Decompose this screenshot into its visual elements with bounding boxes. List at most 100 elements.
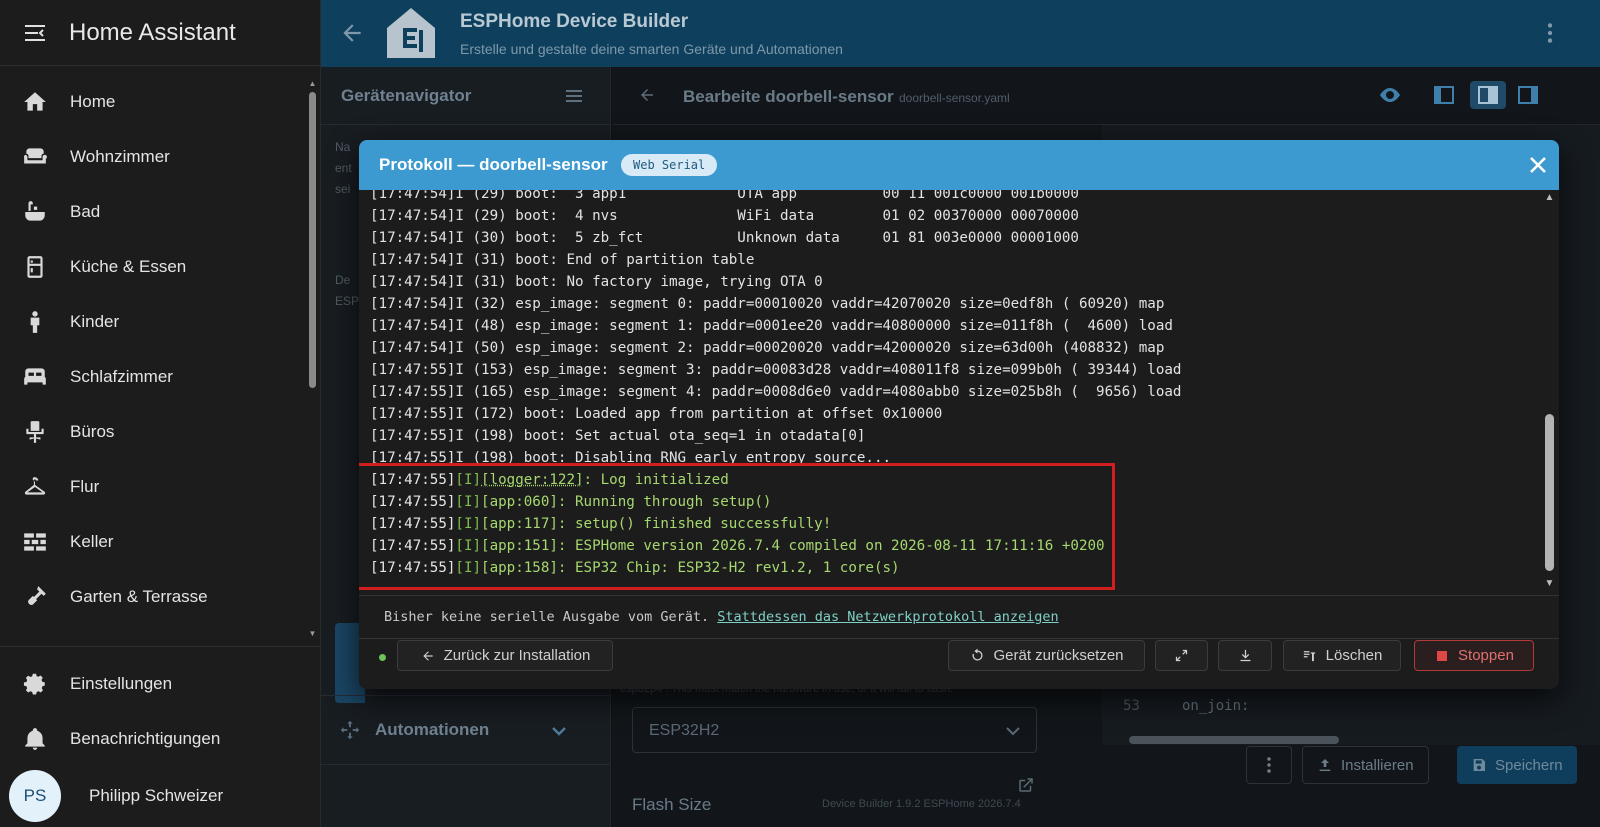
shovel-icon <box>21 583 49 611</box>
fragment: ent <box>335 161 352 175</box>
log-line-highlighted: [17:47:55][I][logger:122]: Log initializ… <box>370 472 729 488</box>
wall-icon <box>21 528 49 556</box>
install-button[interactable]: Installieren <box>1302 746 1429 784</box>
automation-icon <box>339 719 361 741</box>
scroll-down-icon[interactable]: ▼ <box>1544 579 1555 589</box>
layout-split-button[interactable] <box>1470 81 1506 109</box>
automations-section[interactable]: Automationen <box>321 695 611 765</box>
save-button[interactable]: Speichern <box>1457 746 1577 784</box>
layout-left-button[interactable] <box>1429 81 1459 109</box>
serial-status: Bisher keine serielle Ausgabe vom Gerät.… <box>384 609 1059 625</box>
sidebar-nav: Home Wohnzimmer Bad Küche & Essen Kinder… <box>0 74 312 624</box>
navigator-title: Gerätenavigator <box>341 85 472 105</box>
sidebar-item-label: Bad <box>70 201 101 221</box>
dialog-actions: Zurück zur Installation Gerät zurücksetz… <box>359 639 1559 689</box>
code-hscrollbar[interactable] <box>1119 735 1523 745</box>
scroll-up-icon[interactable]: ▲ <box>308 80 317 88</box>
sidebar-scrollbar[interactable]: ▲ ▼ <box>308 80 317 640</box>
save-label: Speichern <box>1495 756 1563 774</box>
sidebar-item-label: Garten & Terrasse <box>70 586 208 606</box>
preview-button[interactable] <box>1375 81 1405 109</box>
sidebar-item-benachrichtigungen[interactable]: Benachrichtigungen <box>0 711 320 766</box>
more-menu-button[interactable] <box>1537 20 1563 46</box>
sidebar-item-home[interactable]: Home <box>0 74 312 129</box>
arrow-left-icon <box>641 89 653 101</box>
sidebar-menu-button[interactable] <box>20 18 50 48</box>
open-external-icon[interactable] <box>1017 776 1035 794</box>
user-profile[interactable]: PS Philipp Schweizer <box>9 770 223 822</box>
esphome-logo-icon <box>385 6 437 60</box>
sidebar-item-garten[interactable]: Garten & Terrasse <box>0 569 312 624</box>
log-line: [17:47:55]I (198) boot: Disabling RNG ea… <box>370 450 892 466</box>
sidebar-item-kueche[interactable]: Küche & Essen <box>0 239 312 294</box>
sidebar-item-label: Keller <box>70 531 114 551</box>
sidebar-item-label: Kinder <box>70 311 120 331</box>
back-button[interactable] <box>339 20 365 46</box>
log-dialog: Protokoll — doorbell-sensor Web Serial [… <box>359 140 1559 689</box>
log-line: [17:47:54]I (31) boot: End of partition … <box>370 252 755 268</box>
ha-sidebar: Home Assistant Home Wohnzimmer Bad Küche… <box>0 0 321 827</box>
app-topbar: ESPHome Device Builder Erstelle und gest… <box>321 0 1600 67</box>
navigator-menu-icon[interactable] <box>564 86 584 106</box>
more-options-button[interactable] <box>1246 746 1292 784</box>
restart-icon <box>969 648 985 664</box>
log-line: [17:47:54]I (32) esp_image: segment 0: p… <box>370 296 1165 312</box>
scroll-up-icon[interactable]: ▲ <box>1544 193 1555 203</box>
log-line: [17:47:54]I (50) esp_image: segment 2: p… <box>370 340 1165 356</box>
sidebar-item-keller[interactable]: Keller <box>0 514 312 569</box>
web-serial-badge: Web Serial <box>621 154 718 176</box>
stop-button[interactable]: Stoppen <box>1414 640 1534 671</box>
code-hscroll-thumb[interactable] <box>1129 736 1339 744</box>
back-to-install-button[interactable]: Zurück zur Installation <box>397 640 613 671</box>
sidebar-scroll-thumb[interactable] <box>309 92 316 388</box>
stop-icon <box>1434 648 1450 664</box>
connection-status-dot <box>379 654 386 661</box>
chip-select-value: ESP32H2 <box>649 722 720 739</box>
fullscreen-button[interactable] <box>1155 640 1208 671</box>
scroll-down-icon[interactable]: ▼ <box>308 630 317 638</box>
sidebar-item-label: Küche & Essen <box>70 256 187 276</box>
install-button-wrap: Installieren <box>1302 746 1429 784</box>
arrow-left-icon <box>343 24 361 42</box>
log-line: [17:47:55]I (172) boot: Loaded app from … <box>370 406 943 422</box>
sidebar-item-flur[interactable]: Flur <box>0 459 312 514</box>
fullscreen-icon <box>1174 648 1190 664</box>
dots-vertical-icon <box>1547 23 1553 43</box>
log-line: [17:47:54]I (31) boot: No factory image,… <box>370 274 823 290</box>
clear-button[interactable]: Löschen <box>1283 640 1401 671</box>
sidebar-item-wohnzimmer[interactable]: Wohnzimmer <box>0 129 312 184</box>
network-log-link[interactable]: Stattdessen das Netzwerkprotokoll anzeig… <box>717 609 1058 625</box>
menu-collapse-icon <box>25 24 45 41</box>
app-title: ESPHome Device Builder <box>460 11 689 32</box>
child-icon <box>21 308 49 336</box>
sidebar-item-bueros[interactable]: Büros <box>0 404 312 459</box>
close-button[interactable] <box>1526 153 1550 177</box>
sidebar-item-schlafzimmer[interactable]: Schlafzimmer <box>0 349 312 404</box>
home-icon <box>21 88 49 116</box>
chip-select[interactable]: ESP32H2 <box>632 707 1037 753</box>
log-line: [17:47:55]I (153) esp_image: segment 3: … <box>370 362 1182 378</box>
arrow-left-icon <box>420 648 436 664</box>
download-button[interactable] <box>1218 640 1272 671</box>
sidebar-item-label: Schlafzimmer <box>70 366 173 386</box>
log-output[interactable]: [17:47:54]I (29) boot: 3 app1 OTA app 00… <box>359 190 1540 595</box>
sidebar-header: Home Assistant <box>0 0 320 66</box>
log-line-highlighted: [17:47:55][I][app:117]: setup() finished… <box>370 516 832 532</box>
reset-device-button[interactable]: Gerät zurücksetzen <box>948 640 1145 671</box>
clear-icon <box>1302 648 1318 664</box>
sidebar-item-bad[interactable]: Bad <box>0 184 312 239</box>
sidebar-item-kinder[interactable]: Kinder <box>0 294 312 349</box>
chevron-down-icon <box>549 721 569 741</box>
panel-left-icon <box>1434 86 1454 104</box>
floppy-icon <box>1473 759 1485 771</box>
sidebar-item-einstellungen[interactable]: Einstellungen <box>0 656 320 711</box>
layout-right-button[interactable] <box>1513 81 1543 109</box>
editor-more-button[interactable] <box>1246 746 1292 784</box>
code-line: on_join: <box>1182 698 1250 714</box>
panel-split-icon <box>1478 86 1498 104</box>
log-scrollbar[interactable]: ▲ ▼ <box>1540 190 1559 595</box>
log-line-highlighted: [17:47:55][I][app:060]: Running through … <box>370 494 772 510</box>
editor-back-button[interactable] <box>638 86 656 104</box>
log-line: [17:47:54]I (48) esp_image: segment 1: p… <box>370 318 1173 334</box>
log-scroll-thumb[interactable] <box>1545 414 1554 571</box>
